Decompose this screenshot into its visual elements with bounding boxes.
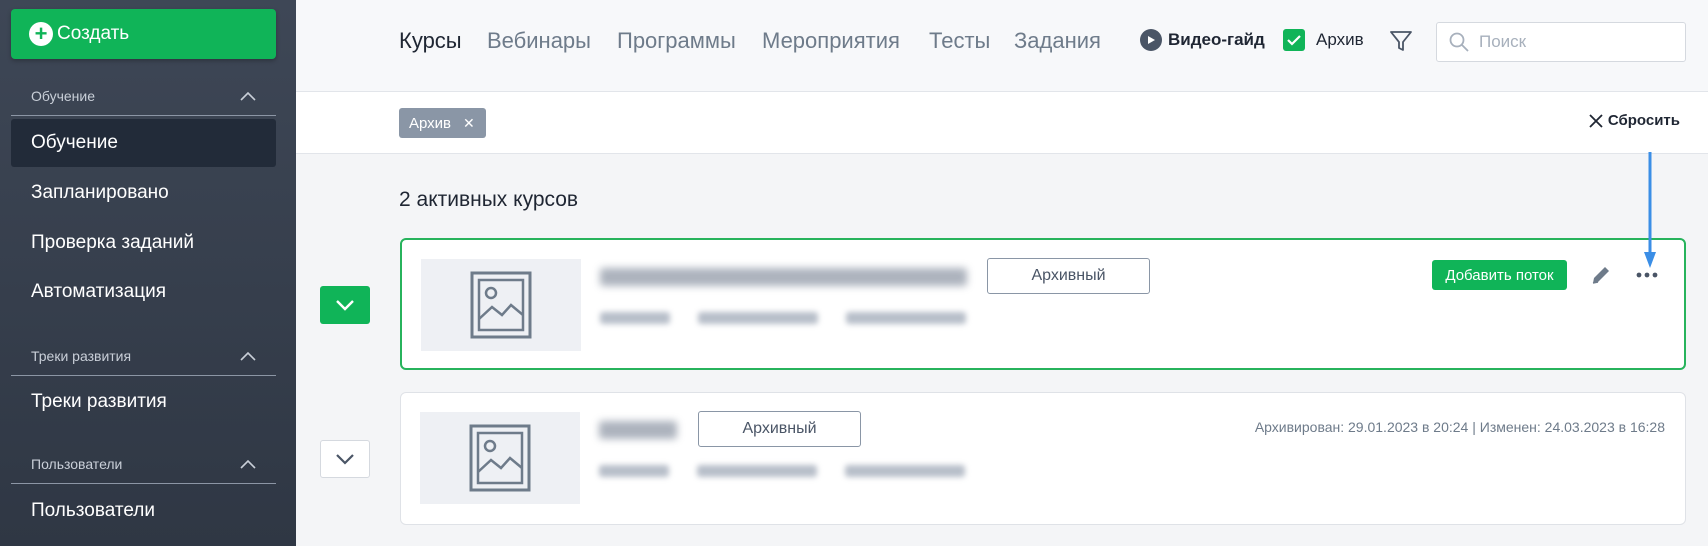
course-count: 2 активных курсов bbox=[399, 188, 579, 211]
course-thumbnail bbox=[421, 259, 581, 351]
video-guide-button[interactable]: Видео-гайд bbox=[1140, 29, 1265, 51]
close-icon bbox=[1589, 113, 1603, 128]
filter-chip-archive: Архив ✕ bbox=[399, 108, 486, 138]
image-placeholder-icon bbox=[470, 271, 532, 339]
chevron-up-icon bbox=[240, 91, 256, 101]
tab-courses[interactable]: Курсы bbox=[399, 28, 462, 54]
sidebar-item-task-review[interactable]: Проверка заданий bbox=[11, 219, 276, 267]
sidebar: + Создать Обучение Обучение Запланирован… bbox=[0, 0, 296, 546]
sidebar-item-label: Пользователи bbox=[31, 500, 156, 521]
reset-label: Сбросить bbox=[1607, 112, 1680, 129]
pencil-icon[interactable] bbox=[1590, 264, 1612, 286]
section-title: Треки развития bbox=[31, 347, 132, 364]
course-thumbnail bbox=[420, 412, 580, 504]
sidebar-item-planned[interactable]: Запланировано bbox=[11, 169, 276, 217]
course-meta-redacted bbox=[600, 312, 966, 324]
status-badge: Архивный bbox=[987, 258, 1150, 294]
create-button[interactable]: + Создать bbox=[11, 9, 276, 59]
collapse-toggle[interactable] bbox=[320, 286, 370, 324]
tab-tasks[interactable]: Задания bbox=[1014, 28, 1101, 54]
course-meta-redacted bbox=[599, 465, 965, 477]
top-bar: Курсы Вебинары Программы Мероприятия Тес… bbox=[296, 0, 1708, 92]
video-guide-label: Видео-гайд bbox=[1168, 30, 1265, 49]
chevron-up-icon bbox=[240, 351, 256, 361]
course-card[interactable]: Архивный Добавить поток bbox=[400, 238, 1686, 370]
add-stream-button[interactable]: Добавить поток bbox=[1432, 260, 1567, 290]
reset-filters-button[interactable]: Сбросить bbox=[1589, 112, 1680, 129]
archive-checkbox[interactable]: Архив bbox=[1283, 29, 1364, 51]
archive-checkbox-label: Архив bbox=[1316, 30, 1364, 49]
section-title: Пользователи bbox=[31, 455, 123, 472]
tab-tests[interactable]: Тесты bbox=[929, 28, 990, 54]
sidebar-item-label: Треки развития bbox=[31, 391, 167, 412]
sidebar-item-label: Запланировано bbox=[31, 182, 169, 203]
filter-icon[interactable] bbox=[1389, 29, 1413, 53]
tab-programs[interactable]: Программы bbox=[617, 28, 736, 54]
sidebar-item-label: Автоматизация bbox=[31, 281, 166, 302]
filter-chip-label: Архив bbox=[409, 114, 452, 132]
course-title-redacted bbox=[600, 268, 967, 286]
close-icon[interactable]: ✕ bbox=[463, 115, 475, 132]
create-button-label: Создать bbox=[57, 23, 130, 44]
course-card[interactable]: Архивный Архивирован: 29.01.2023 в 20:24… bbox=[400, 392, 1686, 525]
search-icon bbox=[1449, 32, 1469, 52]
tab-events[interactable]: Мероприятия bbox=[762, 28, 900, 54]
sidebar-item-label: Проверка заданий bbox=[31, 232, 195, 253]
status-badge: Архивный bbox=[698, 411, 861, 447]
section-header-users[interactable]: Пользователи bbox=[11, 444, 276, 484]
search-box bbox=[1436, 22, 1686, 62]
course-title-redacted bbox=[599, 421, 677, 439]
expand-toggle[interactable] bbox=[320, 440, 370, 478]
annotation-arrow-icon bbox=[1644, 152, 1656, 268]
chevron-down-icon bbox=[336, 300, 354, 311]
plus-icon: + bbox=[29, 22, 53, 46]
course-dates: Архивирован: 29.01.2023 в 20:24 | Измене… bbox=[1254, 419, 1665, 435]
image-placeholder-icon bbox=[469, 424, 531, 492]
sidebar-item-users[interactable]: Пользователи bbox=[11, 487, 276, 535]
chevron-down-icon bbox=[336, 454, 354, 465]
sidebar-item-tracks[interactable]: Треки развития bbox=[11, 378, 276, 426]
section-header-learning[interactable]: Обучение bbox=[11, 76, 276, 116]
tab-webinars[interactable]: Вебинары bbox=[487, 28, 591, 54]
sidebar-item-label: Обучение bbox=[31, 132, 118, 153]
chevron-up-icon bbox=[240, 459, 256, 469]
sidebar-item-learning[interactable]: Обучение bbox=[11, 119, 276, 167]
search-input[interactable] bbox=[1479, 32, 1669, 52]
active-filters-bar: Архив ✕ Сбросить bbox=[296, 92, 1708, 154]
section-title: Обучение bbox=[31, 87, 96, 104]
sidebar-item-automation[interactable]: Автоматизация bbox=[11, 268, 276, 316]
play-icon bbox=[1140, 29, 1162, 51]
section-header-tracks[interactable]: Треки развития bbox=[11, 336, 276, 376]
checkmark-icon bbox=[1283, 29, 1305, 51]
